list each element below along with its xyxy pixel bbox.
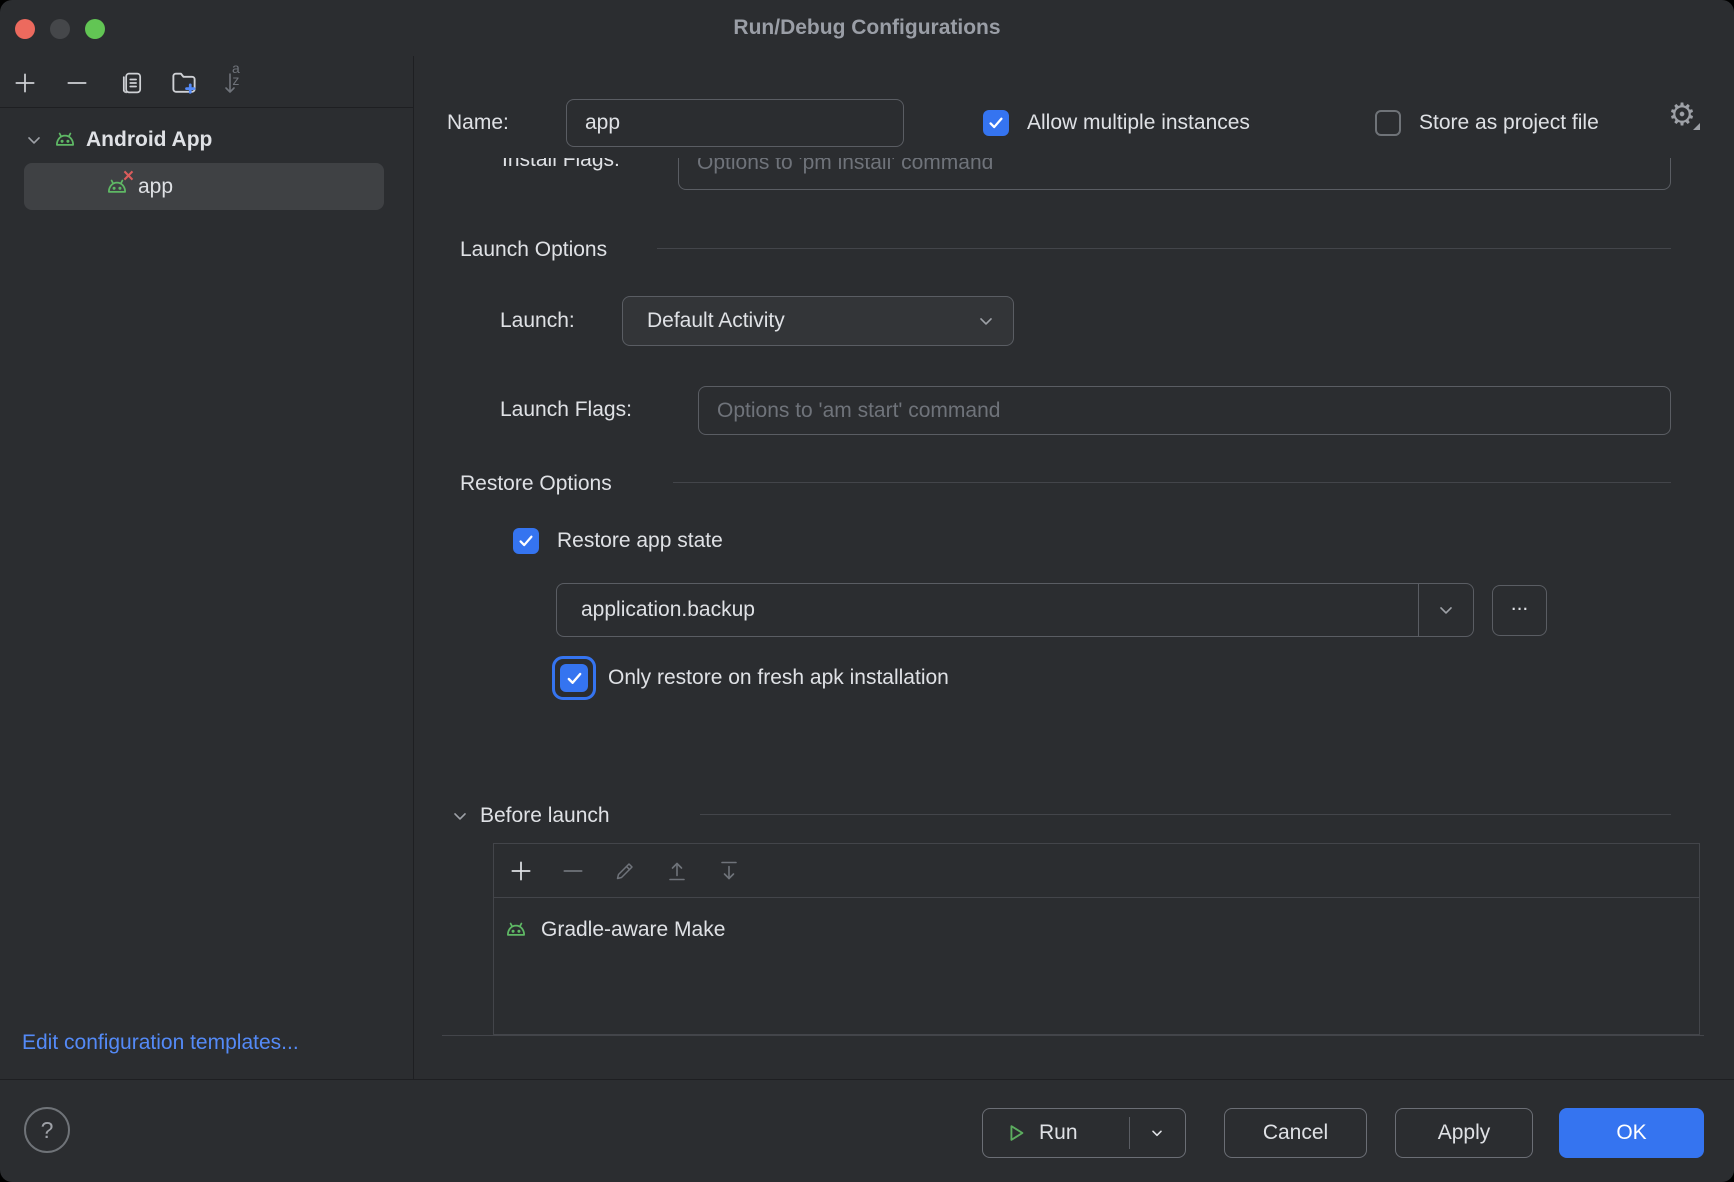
launch-options-section-title: Launch Options: [460, 235, 607, 265]
content-bottom-separator: [442, 1035, 1704, 1036]
tree-group-label: Android App: [86, 128, 212, 152]
zoom-window-button[interactable]: [85, 19, 105, 39]
chevron-down-icon: [24, 130, 44, 150]
install-flags-label: Install Flags:: [502, 158, 620, 176]
only-restore-fresh-checkbox[interactable]: [552, 656, 596, 700]
minimize-window-button[interactable]: [50, 19, 70, 39]
remove-configuration-icon[interactable]: [62, 66, 92, 100]
move-task-down-icon[interactable]: [712, 854, 746, 888]
name-input[interactable]: app: [566, 99, 904, 147]
android-icon: [503, 917, 529, 943]
launch-label: Launch:: [500, 306, 575, 336]
run-debug-configurations-dialog: Run/Debug Configurations az: [0, 0, 1734, 1182]
launch-dropdown-value: Default Activity: [623, 309, 959, 333]
move-task-up-icon[interactable]: [660, 854, 694, 888]
launch-dropdown[interactable]: Default Activity: [622, 296, 1014, 346]
store-as-project-file-label[interactable]: Store as project file: [1419, 108, 1599, 138]
android-icon: [52, 127, 78, 153]
tree-item-label: app: [138, 175, 173, 199]
edit-configuration-templates-link[interactable]: Edit configuration templates...: [22, 1028, 299, 1058]
run-options-chevron[interactable]: [1129, 1109, 1185, 1157]
store-as-project-file-checkbox[interactable]: [1375, 110, 1401, 136]
allow-multiple-instances-label[interactable]: Allow multiple instances: [1027, 108, 1250, 138]
chevron-down-icon[interactable]: [1418, 584, 1473, 636]
error-x-icon: ×: [123, 167, 134, 186]
launch-options-separator: [657, 248, 1671, 249]
chevron-down-icon: [1149, 1125, 1165, 1141]
name-value: app: [585, 111, 620, 135]
backup-file-value: application.backup: [557, 598, 1418, 622]
before-launch-section-title: Before launch: [480, 801, 610, 831]
remove-task-icon[interactable]: [556, 854, 590, 888]
chevron-down-icon: [959, 297, 1013, 345]
cancel-button[interactable]: Cancel: [1224, 1108, 1367, 1158]
sort-configurations-icon[interactable]: az: [216, 66, 252, 100]
launch-flags-label: Launch Flags:: [500, 395, 632, 425]
apply-button[interactable]: Apply: [1395, 1108, 1533, 1158]
only-restore-fresh-label[interactable]: Only restore on fresh apk installation: [608, 663, 949, 693]
name-label: Name:: [447, 108, 509, 138]
footer-divider: [0, 1079, 1734, 1080]
before-launch-separator: [700, 814, 1671, 815]
backup-file-combobox[interactable]: application.backup: [556, 583, 1474, 637]
before-launch-toolbar: [494, 844, 1699, 898]
install-flags-placeholder: Options to 'pm install' command: [697, 158, 993, 175]
tree-group-android-app[interactable]: Android App: [24, 124, 212, 156]
copy-configuration-icon[interactable]: [116, 66, 148, 100]
title-bar: Run/Debug Configurations: [0, 0, 1734, 56]
scroll-clip-region: Install Flags: ​Options to 'pm install' …: [414, 158, 1734, 198]
add-task-icon[interactable]: [504, 854, 538, 888]
run-button[interactable]: Run: [982, 1108, 1186, 1158]
close-window-button[interactable]: [15, 19, 35, 39]
gear-icon[interactable]: ⚙: [1662, 95, 1702, 135]
before-launch-collapse-icon[interactable]: [450, 806, 470, 826]
play-icon: [1005, 1122, 1027, 1144]
allow-multiple-instances-checkbox[interactable]: [983, 110, 1009, 136]
help-button[interactable]: ?: [24, 1107, 70, 1153]
restore-app-state-label[interactable]: Restore app state: [557, 526, 723, 556]
dialog-title: Run/Debug Configurations: [0, 0, 1734, 56]
sidebar-toolbar-separator: [0, 107, 413, 108]
browse-button[interactable]: ...: [1492, 585, 1547, 636]
ok-button[interactable]: OK: [1559, 1108, 1704, 1158]
launch-flags-input[interactable]: Options to 'am start' command: [698, 386, 1671, 435]
before-launch-task-row[interactable]: Gradle-aware Make: [503, 908, 725, 952]
task-label: Gradle-aware Make: [541, 918, 725, 942]
launch-flags-placeholder: Options to 'am start' command: [717, 399, 1000, 423]
run-button-label: Run: [1039, 1121, 1078, 1145]
restore-options-separator: [673, 482, 1671, 483]
new-folder-icon[interactable]: [166, 66, 202, 100]
restore-options-section-title: Restore Options: [460, 469, 612, 499]
tree-item-app-selected[interactable]: × app: [24, 163, 384, 210]
install-flags-input[interactable]: ​Options to 'pm install' command: [678, 158, 1671, 190]
before-launch-panel: Gradle-aware Make: [493, 843, 1700, 1035]
android-error-icon: ×: [104, 174, 130, 200]
restore-app-state-checkbox[interactable]: [513, 528, 539, 554]
edit-task-icon[interactable]: [608, 854, 642, 888]
sidebar-divider: [413, 56, 414, 1079]
add-configuration-icon[interactable]: [10, 66, 40, 100]
